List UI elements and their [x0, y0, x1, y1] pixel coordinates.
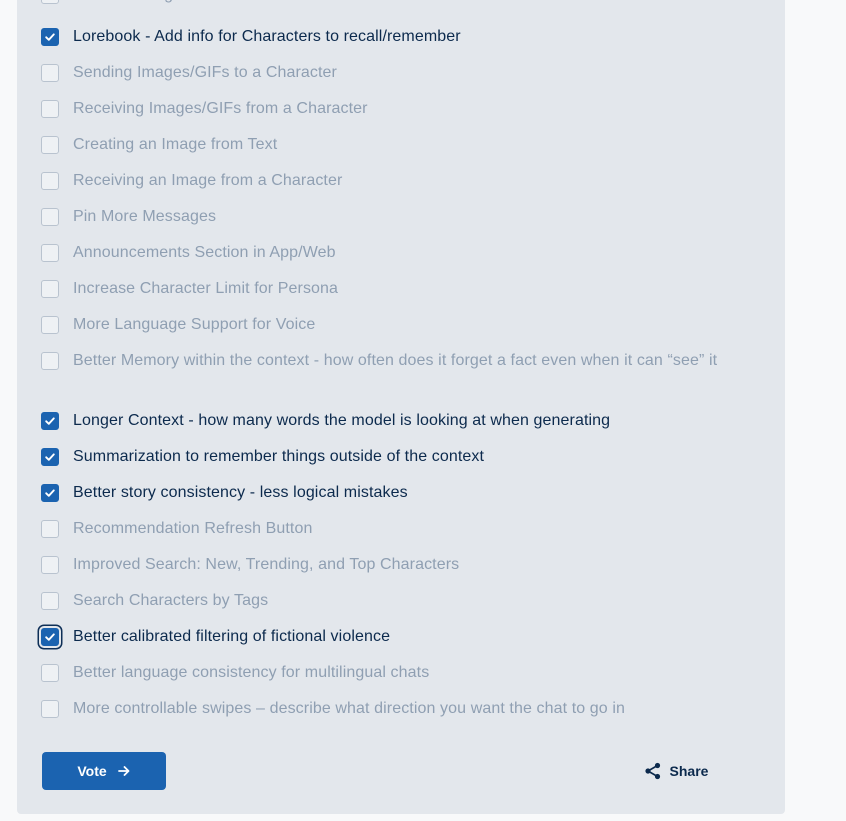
checkbox-unchecked[interactable]	[41, 0, 59, 4]
poll-option-label: Better calibrated filtering of fictional…	[73, 628, 391, 645]
poll-option[interactable]: Sending Images/GIFs to a Character	[41, 63, 761, 85]
checkmark-icon	[45, 453, 55, 461]
poll-option[interactable]: Search Characters by Tags	[41, 591, 761, 613]
poll-option-label: Better story consistency - less logical …	[73, 484, 408, 501]
poll-option-label: Better language consistency for multilin…	[73, 664, 430, 681]
checkbox-unchecked[interactable]	[41, 556, 59, 574]
checkbox-unchecked[interactable]	[41, 664, 59, 682]
checkbox-unchecked[interactable]	[41, 316, 59, 334]
poll-option-label: Announcements Section in App/Web	[73, 244, 336, 261]
checkbox-unchecked[interactable]	[41, 208, 59, 226]
poll-option[interactable]: Better Memory within the context - how o…	[41, 351, 761, 373]
checkmark-icon	[45, 633, 55, 641]
poll-option-label: Recommendation Refresh Button	[73, 520, 313, 537]
checkbox-checked[interactable]	[41, 28, 59, 46]
poll-option-label: More controllable swipes – describe what…	[73, 700, 625, 717]
checkmark-icon	[45, 417, 55, 425]
checkmark-icon	[45, 33, 55, 41]
poll-option[interactable]: Better calibrated filtering of fictional…	[41, 627, 761, 649]
poll-option[interactable]: Announcements Section in App/Web	[41, 243, 761, 265]
poll-option[interactable]: More controllable swipes – describe what…	[41, 699, 761, 721]
poll-option-label: Sending Images/GIFs to a Character	[73, 64, 337, 81]
checkmark-icon	[45, 489, 55, 497]
poll-option-label: Folders to organize Personas	[73, 0, 285, 7]
poll-option-label: More Language Support for Voice	[73, 316, 316, 333]
poll-panel: Folders to organize Personas Lorebook - A…	[17, 0, 785, 814]
checkbox-unchecked[interactable]	[41, 520, 59, 538]
checkbox-unchecked[interactable]	[41, 280, 59, 298]
poll-option-label: Lorebook - Add info for Characters to re…	[73, 28, 461, 45]
poll-option-label: Summarization to remember things outside…	[73, 448, 485, 465]
poll-option-label: Receiving Images/GIFs from a Character	[73, 100, 368, 117]
vote-button[interactable]: Vote	[42, 752, 166, 790]
checkbox-checked[interactable]	[41, 448, 59, 466]
vote-button-label: Vote	[77, 763, 107, 779]
poll-option[interactable]: Pin More Messages	[41, 207, 761, 229]
poll-option[interactable]: More Language Support for Voice	[41, 315, 761, 337]
checkbox-unchecked[interactable]	[41, 64, 59, 82]
poll-option[interactable]: Receiving an Image from a Character	[41, 171, 761, 193]
poll-option[interactable]: Summarization to remember things outside…	[41, 447, 761, 469]
checkbox-unchecked[interactable]	[41, 352, 59, 370]
poll-option-label: Better Memory within the context - how o…	[73, 352, 718, 369]
arrow-right-icon	[117, 764, 131, 778]
poll-option[interactable]: Better story consistency - less logical …	[41, 483, 761, 505]
checkbox-unchecked[interactable]	[41, 592, 59, 610]
poll-option[interactable]: Recommendation Refresh Button	[41, 519, 761, 541]
poll-option[interactable]: Receiving Images/GIFs from a Character	[41, 99, 761, 121]
poll-option-label: Longer Context - how many words the mode…	[73, 412, 611, 429]
share-button-label: Share	[669, 763, 709, 779]
poll-option-label: Improved Search: New, Trending, and Top …	[73, 556, 460, 573]
checkbox-unchecked[interactable]	[41, 700, 59, 718]
poll-option[interactable]: Longer Context - how many words the mode…	[41, 411, 761, 433]
checkbox-unchecked[interactable]	[41, 244, 59, 262]
checkbox-unchecked[interactable]	[41, 136, 59, 154]
checkbox-checked[interactable]	[41, 412, 59, 430]
checkbox-checked[interactable]	[41, 628, 59, 646]
checkbox-unchecked[interactable]	[41, 100, 59, 118]
poll-option-label: Pin More Messages	[73, 208, 217, 225]
share-icon	[644, 762, 662, 780]
checkbox-checked[interactable]	[41, 484, 59, 502]
poll-option[interactable]: Creating an Image from Text	[41, 135, 761, 157]
poll-option-label: Receiving an Image from a Character	[73, 172, 343, 189]
poll-option-label: Creating an Image from Text	[73, 136, 278, 153]
poll-option[interactable]: Folders to organize Personas	[41, 0, 761, 7]
checkbox-unchecked[interactable]	[41, 172, 59, 190]
share-button[interactable]: Share	[601, 752, 751, 790]
poll-option[interactable]: Increase Character Limit for Persona	[41, 279, 761, 301]
poll-option[interactable]: Lorebook - Add info for Characters to re…	[41, 27, 761, 49]
poll-option[interactable]: Improved Search: New, Trending, and Top …	[41, 555, 761, 577]
poll-option[interactable]: Better language consistency for multilin…	[41, 663, 761, 685]
poll-option-label: Increase Character Limit for Persona	[73, 280, 339, 297]
poll-option-label: Search Characters by Tags	[73, 592, 269, 609]
